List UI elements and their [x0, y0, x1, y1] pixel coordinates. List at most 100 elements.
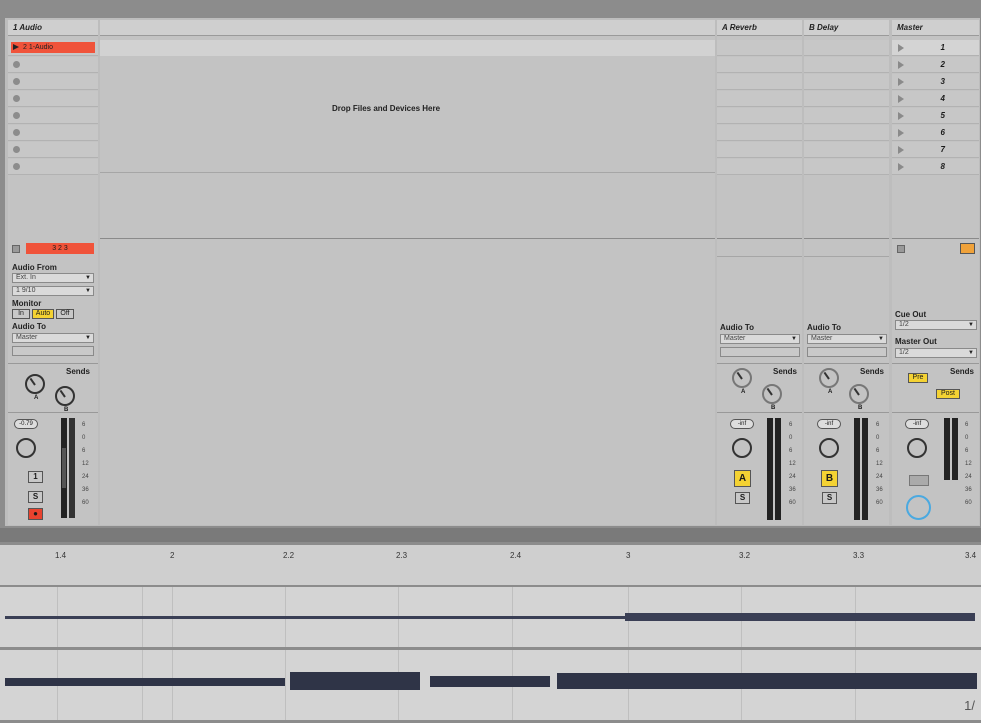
reverb-audio-to-select[interactable]: Master [720, 334, 800, 344]
clip-launch-indicator[interactable]: 3 2 3 [26, 243, 94, 254]
clip-slot[interactable] [804, 57, 889, 73]
stop-button-icon[interactable] [13, 78, 20, 85]
scene-launch-icon[interactable] [898, 112, 904, 120]
scene-launch-icon[interactable] [898, 78, 904, 86]
scene-launch-icon[interactable] [898, 44, 904, 52]
delay-track-title[interactable]: B Delay [804, 20, 889, 36]
scene-launch-icon[interactable] [898, 146, 904, 154]
reverb-audio-to-channel-field[interactable] [720, 347, 800, 357]
pan-knob-icon[interactable] [732, 438, 752, 458]
clip-slot[interactable] [717, 159, 802, 175]
clip-slot[interactable] [804, 159, 889, 175]
stop-button-icon[interactable] [13, 146, 20, 153]
drop-area[interactable]: Drop Files and Devices Here [100, 20, 715, 525]
scene-2[interactable]: 2 [892, 57, 979, 73]
audio-track-title[interactable]: 1 Audio [8, 20, 98, 36]
delay-volume-field[interactable]: -inf [817, 419, 841, 429]
delay-audio-to-select[interactable]: Master [807, 334, 887, 344]
cue-out-select[interactable]: 1/2 [895, 320, 977, 330]
audio-to-select[interactable]: Master [12, 333, 94, 343]
audio-to-channel-field[interactable] [12, 346, 94, 356]
clip-slot[interactable] [8, 142, 98, 158]
send-b-knob[interactable] [849, 384, 869, 404]
delay-audio-to-channel-field[interactable] [807, 347, 887, 357]
solo-button[interactable]: S [28, 491, 43, 503]
clip-slot[interactable] [8, 108, 98, 124]
stop-button-icon[interactable] [13, 61, 20, 68]
clip-slot[interactable] [8, 57, 98, 73]
send-a-knob[interactable] [819, 368, 839, 388]
record-arm-button[interactable]: ● [28, 508, 43, 520]
scene-8[interactable]: 8 [892, 159, 979, 175]
clip-slot[interactable] [804, 125, 889, 141]
master-volume-field[interactable]: -inf [905, 419, 929, 429]
clip-slot[interactable] [717, 108, 802, 124]
clip-slot[interactable] [717, 57, 802, 73]
clip-slot[interactable] [717, 125, 802, 141]
clip-slot[interactable] [717, 74, 802, 90]
audio-from-channel-select[interactable]: 1 9/10 [12, 286, 94, 296]
clip-slot[interactable] [804, 91, 889, 107]
scene-launch-icon[interactable] [898, 163, 904, 171]
post-button[interactable]: Post [936, 389, 960, 399]
delay-activator-button[interactable]: B [821, 470, 838, 487]
clip-slot[interactable] [8, 159, 98, 175]
audio-clip[interactable]: 2 1-Audio [11, 42, 95, 53]
reverb-volume-field[interactable]: -inf [730, 419, 754, 429]
preview-volume-knob[interactable] [906, 495, 931, 520]
clip-slot[interactable] [8, 125, 98, 141]
clip-slot[interactable] [8, 74, 98, 90]
clip-slot[interactable] [717, 91, 802, 107]
clip-slot[interactable] [804, 40, 889, 56]
clip-slot[interactable] [804, 74, 889, 90]
reverb-activator-button[interactable]: A [734, 470, 751, 487]
send-b-knob[interactable] [55, 386, 75, 406]
master-out-select[interactable]: 1/2 [895, 348, 977, 358]
scene-1[interactable]: 1 [892, 40, 979, 56]
audio-from-select[interactable]: Ext. In [12, 273, 94, 283]
clip-play-icon[interactable] [13, 44, 19, 50]
stop-all-clips-button[interactable] [897, 245, 905, 253]
monitor-auto-button[interactable]: Auto [32, 309, 54, 319]
clip-slot[interactable] [717, 142, 802, 158]
track-activator-button[interactable]: 1 [28, 471, 43, 483]
scene-3[interactable]: 3 [892, 74, 979, 90]
monitor-off-button[interactable]: Off [56, 309, 74, 319]
send-b-knob[interactable] [762, 384, 782, 404]
track-stop-button[interactable] [12, 245, 20, 253]
clip-slot[interactable] [804, 108, 889, 124]
master-track-title[interactable]: Master [892, 20, 979, 36]
clip-slot[interactable] [8, 91, 98, 107]
scene-launch-icon[interactable] [898, 129, 904, 137]
stop-button-icon[interactable] [13, 129, 20, 136]
reverb-track-title[interactable]: A Reverb [717, 20, 802, 36]
stop-button-icon[interactable] [13, 112, 20, 119]
monitor-in-button[interactable]: In [12, 309, 30, 319]
scene-launch-icon[interactable] [898, 95, 904, 103]
scene-5[interactable]: 5 [892, 108, 979, 124]
cue-volume-button[interactable] [909, 475, 929, 486]
timeline-ruler[interactable]: 1.4 2 2.2 2.3 2.4 3 3.2 3.3 3.4 [0, 545, 981, 585]
pan-knob-icon[interactable] [16, 438, 36, 458]
view-separator[interactable] [0, 528, 981, 542]
clip-slot[interactable]: 2 1-Audio [8, 40, 98, 56]
clip-slot[interactable] [804, 142, 889, 158]
scene-launch-icon[interactable] [898, 61, 904, 69]
stop-button-icon[interactable] [13, 95, 20, 102]
pan-knob-icon[interactable] [907, 438, 927, 458]
solo-button[interactable]: S [822, 492, 837, 504]
pan-knob-icon[interactable] [819, 438, 839, 458]
send-a-knob[interactable] [25, 374, 45, 394]
scene-4[interactable]: 4 [892, 91, 979, 107]
scene-7[interactable]: 7 [892, 142, 979, 158]
solo-button[interactable]: S [735, 492, 750, 504]
track-volume-field[interactable]: -0.79 [14, 419, 38, 429]
send-a-knob[interactable] [732, 368, 752, 388]
master-clip-indicator-icon[interactable] [960, 243, 975, 254]
stop-button-icon[interactable] [13, 163, 20, 170]
pre-button[interactable]: Pre [908, 373, 928, 383]
waveform-lane-top[interactable] [0, 587, 981, 647]
clip-slot[interactable] [717, 40, 802, 56]
scene-6[interactable]: 6 [892, 125, 979, 141]
waveform-lane-bottom[interactable]: 1/ [0, 650, 981, 720]
